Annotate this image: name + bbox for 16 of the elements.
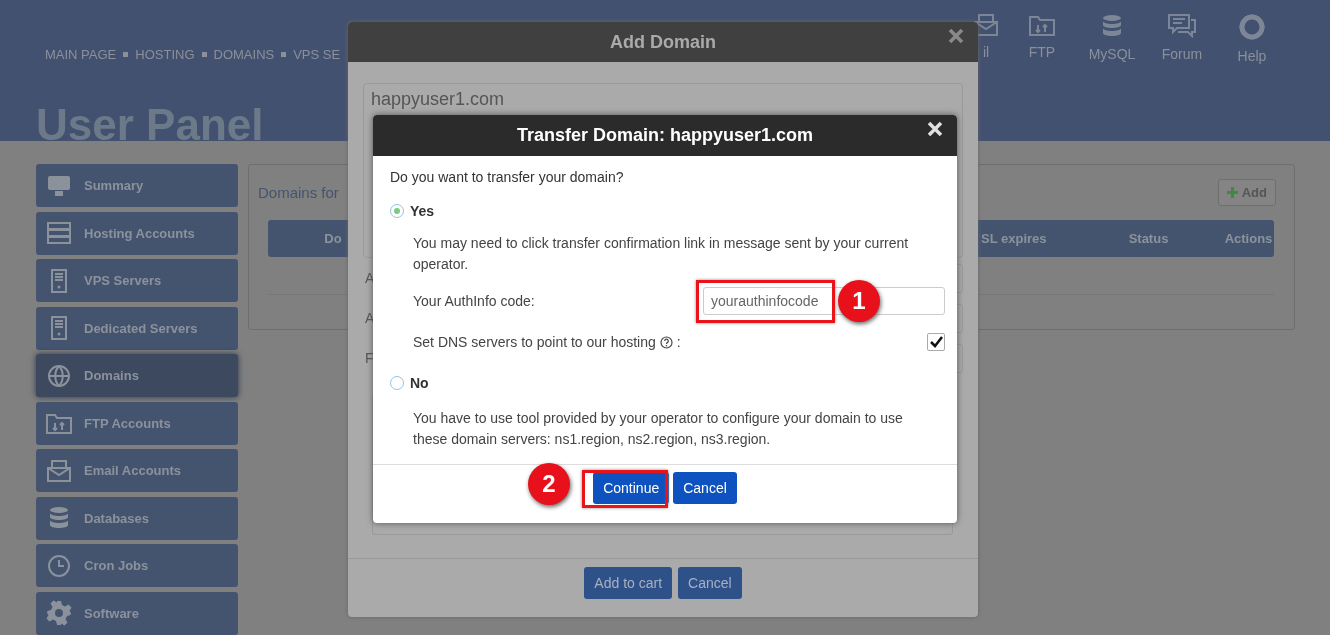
column-header: Actions (1223, 231, 1274, 246)
question-text: Do you want to transfer your domain? (390, 169, 625, 185)
field-label: Your AuthInfo code: (413, 293, 535, 309)
option-description: You may need to click transfer confirmation link in message sent by your current operator. (413, 234, 910, 274)
dialog-title: Transfer Domain: happyuser1.com (516, 125, 814, 146)
field-label: F (365, 350, 375, 366)
callout-badge: 1 (838, 280, 880, 322)
field-label-suffix: : (676, 334, 681, 350)
column-header: SL expires (981, 231, 1047, 246)
callout-badge: 2 (528, 463, 570, 505)
option-description: You have to use tool provided by your operator to configure your domain to use these domain servers: ns1.region, ns2.region, ns3.region. (413, 409, 904, 449)
field-label: Set DNS servers to point to our hosting (413, 334, 656, 350)
dialog-title: Add Domain (610, 31, 716, 53)
column-header: Status (1127, 231, 1170, 246)
column-header: Do (323, 231, 343, 246)
card-title: Domains for (258, 184, 339, 201)
